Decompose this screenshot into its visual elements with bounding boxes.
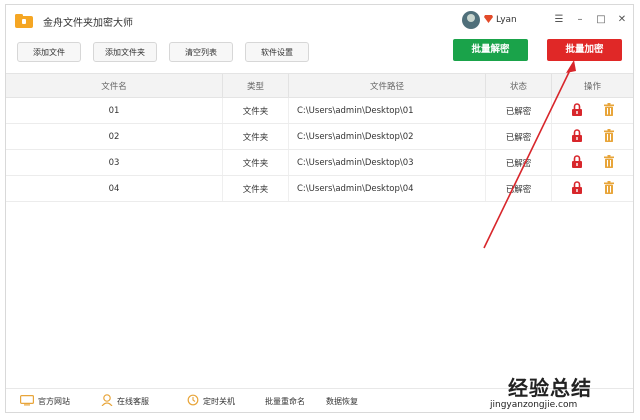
watermark-url: jingyanzongjie.com — [490, 400, 578, 410]
watermark-title: 经验总结 — [508, 376, 592, 400]
annotation-arrow — [483, 60, 576, 249]
